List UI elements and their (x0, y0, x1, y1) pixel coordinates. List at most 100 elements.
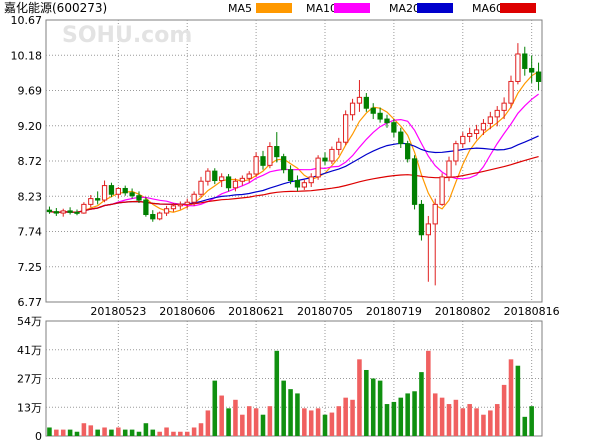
candle-body (101, 185, 108, 201)
price-y-tick-label: 9.69 (18, 85, 43, 98)
price-y-tick-label: 6.77 (18, 296, 43, 309)
candle-body (301, 182, 307, 188)
candle-body (81, 203, 87, 214)
candle-body (343, 114, 349, 143)
candle-body (329, 148, 335, 162)
volume-bar (246, 406, 252, 436)
volume-bar (384, 404, 390, 436)
volume-bar (184, 431, 190, 436)
volume-bar (260, 414, 266, 436)
candle-body (191, 193, 197, 203)
candle-body (349, 102, 356, 116)
volume-bar (198, 423, 204, 436)
candle-body (453, 143, 459, 162)
volume-bar (143, 423, 149, 436)
volume-bar (460, 408, 466, 436)
candle-body (95, 198, 101, 201)
candle-body (177, 203, 183, 207)
watermark-text: SOHU.com (62, 23, 192, 48)
candle-body (136, 195, 142, 201)
volume-bar (81, 423, 87, 436)
volume-bar (329, 412, 335, 436)
candle-body (108, 185, 115, 195)
candle-body (53, 211, 59, 214)
candle-body (411, 158, 418, 205)
candle-body (122, 187, 128, 194)
candle-body (239, 177, 245, 182)
volume-bar (122, 429, 128, 436)
volume-bar (515, 365, 521, 436)
volume-bar (205, 410, 211, 436)
candle-body (274, 146, 280, 158)
volume-bar (60, 429, 66, 436)
price-y-tick-label: 8.72 (18, 155, 43, 168)
volume-bar (157, 431, 162, 436)
x-tick-label: 20180816 (504, 305, 560, 318)
candle-body (522, 53, 528, 69)
candle-body (425, 223, 431, 236)
volume-bar (350, 399, 355, 436)
candle-body (246, 173, 252, 179)
candle-body (219, 176, 225, 182)
candle-body (232, 180, 239, 189)
volume-bar (419, 372, 424, 436)
candle-body (129, 192, 135, 197)
volume-bar (508, 359, 514, 436)
candle-body (212, 170, 218, 182)
volume-bar (109, 429, 114, 436)
volume-bar (136, 431, 142, 436)
x-tick-label: 20180523 (90, 305, 146, 318)
x-tick-label: 20180606 (159, 305, 215, 318)
volume-bar (391, 401, 397, 436)
volume-bar (322, 414, 328, 436)
volume-bar (370, 378, 376, 436)
candle-body (356, 96, 363, 104)
candle-body (529, 67, 535, 73)
legend-swatch-ma60 (500, 3, 536, 13)
x-tick-label: 20180705 (297, 305, 353, 318)
legend-swatch-ma10 (334, 3, 370, 13)
candle-body (480, 122, 487, 131)
candle-body (88, 198, 94, 205)
candle-body (115, 187, 121, 195)
volume-bar (233, 399, 238, 436)
volume-bar (453, 399, 459, 436)
candle-body (370, 107, 376, 114)
legend-swatch-ma20 (417, 3, 453, 13)
volume-bar (88, 425, 94, 436)
candle-body (418, 203, 425, 236)
candle-body (467, 133, 473, 137)
candle-body (46, 209, 53, 213)
price-y-tick-label: 7.74 (18, 226, 43, 239)
legend-label-ma60: MA60 (472, 2, 503, 15)
stock-chart: 嘉化能源(600273) MA5 MA10 MA20 MA60 10.67 10.18 9.6… (0, 0, 600, 443)
volume-y-tick-label: 54万 (17, 315, 42, 328)
volume-bar (426, 350, 431, 436)
volume-bar (54, 429, 59, 436)
candle-body (315, 157, 321, 178)
volume-bar (308, 410, 314, 436)
chart-title: 嘉化能源(600273) (4, 1, 107, 15)
volume-y-tick-label: 0 (35, 430, 42, 440)
legend-label-ma20: MA20 (389, 2, 420, 15)
price-y-tick-label: 10.18 (11, 49, 43, 62)
volume-bar (95, 429, 100, 436)
candle-body (384, 118, 390, 124)
volume-bar (474, 408, 479, 436)
price-y-tick-label: 8.23 (18, 190, 43, 203)
candle-body (67, 210, 73, 213)
volume-bar (164, 427, 169, 436)
candle-body (446, 160, 452, 178)
chart-svg: 嘉化能源(600273) MA5 MA10 MA20 MA60 10.67 10.18 9.6… (4, 1, 560, 443)
candle-body (308, 176, 314, 184)
candle-body (281, 156, 287, 171)
candle-body (287, 169, 294, 182)
candle-body (398, 131, 404, 145)
candle-body (198, 180, 204, 195)
volume-bar (302, 408, 307, 436)
candle-body (405, 143, 411, 160)
volume-bar (267, 406, 273, 436)
candle-body (74, 211, 80, 214)
volume-bar (219, 395, 224, 436)
candle-body (391, 122, 397, 133)
